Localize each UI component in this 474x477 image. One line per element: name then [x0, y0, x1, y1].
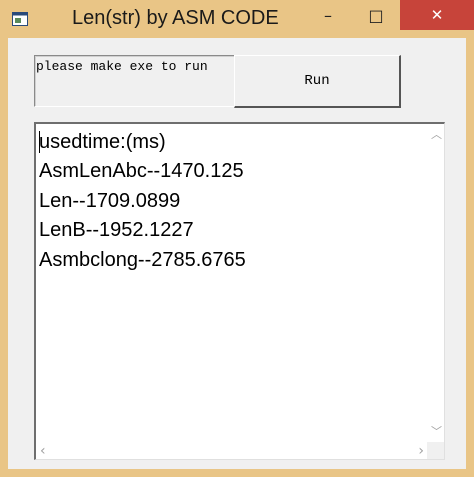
title-bar[interactable]: Len(str) by ASM CODE – □ ✕ — [0, 0, 474, 38]
window-title: Len(str) by ASM CODE — [72, 7, 279, 29]
close-icon: ✕ — [430, 6, 444, 24]
output-line: usedtime:(ms) — [39, 131, 166, 153]
scrollbar-corner — [427, 442, 444, 459]
output-textbox[interactable]: usedtime:(ms) AsmLenAbc--1470.125 Len--170… — [34, 122, 445, 460]
vertical-scrollbar[interactable]: ︿ ﹀ — [427, 124, 444, 441]
output-line: LenB--1952.1227 — [39, 219, 194, 242]
run-button[interactable]: Run — [234, 55, 401, 108]
client-area: please make exe to run Run usedtime:(ms)… — [8, 38, 466, 469]
scroll-left-arrow-icon[interactable]: ‹ — [40, 443, 46, 459]
scroll-down-arrow-icon[interactable]: ﹀ — [431, 423, 442, 439]
scroll-right-arrow-icon[interactable]: › — [418, 443, 424, 459]
output-text[interactable]: usedtime:(ms) AsmLenAbc--1470.125 Len--170… — [39, 128, 246, 275]
output-line: Asmbclong--2785.6765 — [39, 248, 246, 271]
run-button-label: Run — [304, 73, 330, 89]
minimize-icon: – — [324, 5, 332, 25]
scroll-up-arrow-icon[interactable]: ︿ — [431, 126, 442, 142]
info-label: please make exe to run — [34, 55, 241, 107]
minimize-button[interactable]: – — [308, 0, 348, 30]
text-caret — [39, 131, 40, 153]
app-window: Len(str) by ASM CODE – □ ✕ please make e… — [0, 0, 474, 477]
output-line: AsmLenAbc--1470.125 — [39, 160, 244, 183]
app-window-icon — [12, 12, 28, 26]
maximize-button[interactable]: □ — [356, 0, 396, 30]
output-line: Len--1709.0899 — [39, 189, 181, 212]
horizontal-scrollbar[interactable]: ‹ › — [36, 442, 428, 459]
maximize-icon: □ — [368, 5, 384, 25]
close-button[interactable]: ✕ — [400, 0, 474, 30]
